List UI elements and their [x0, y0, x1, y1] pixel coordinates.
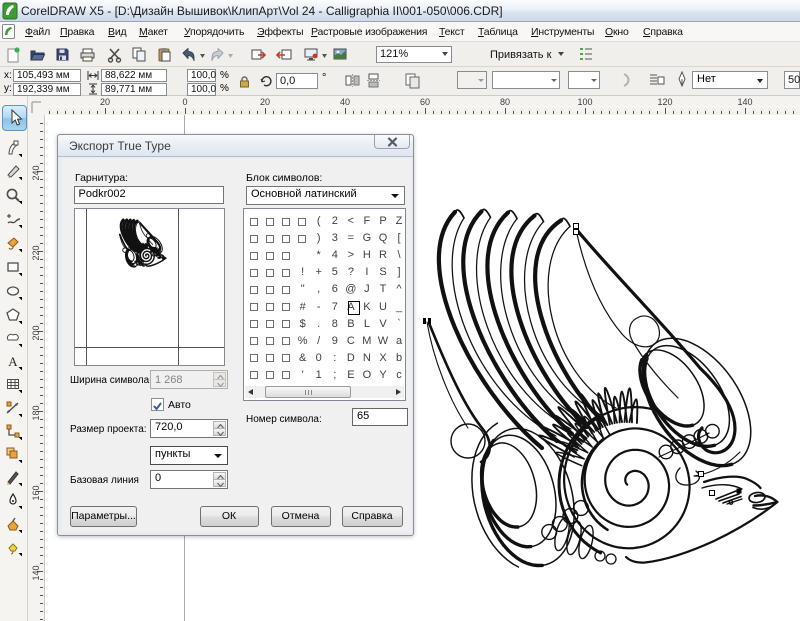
svg-text:A: A [8, 354, 18, 369]
